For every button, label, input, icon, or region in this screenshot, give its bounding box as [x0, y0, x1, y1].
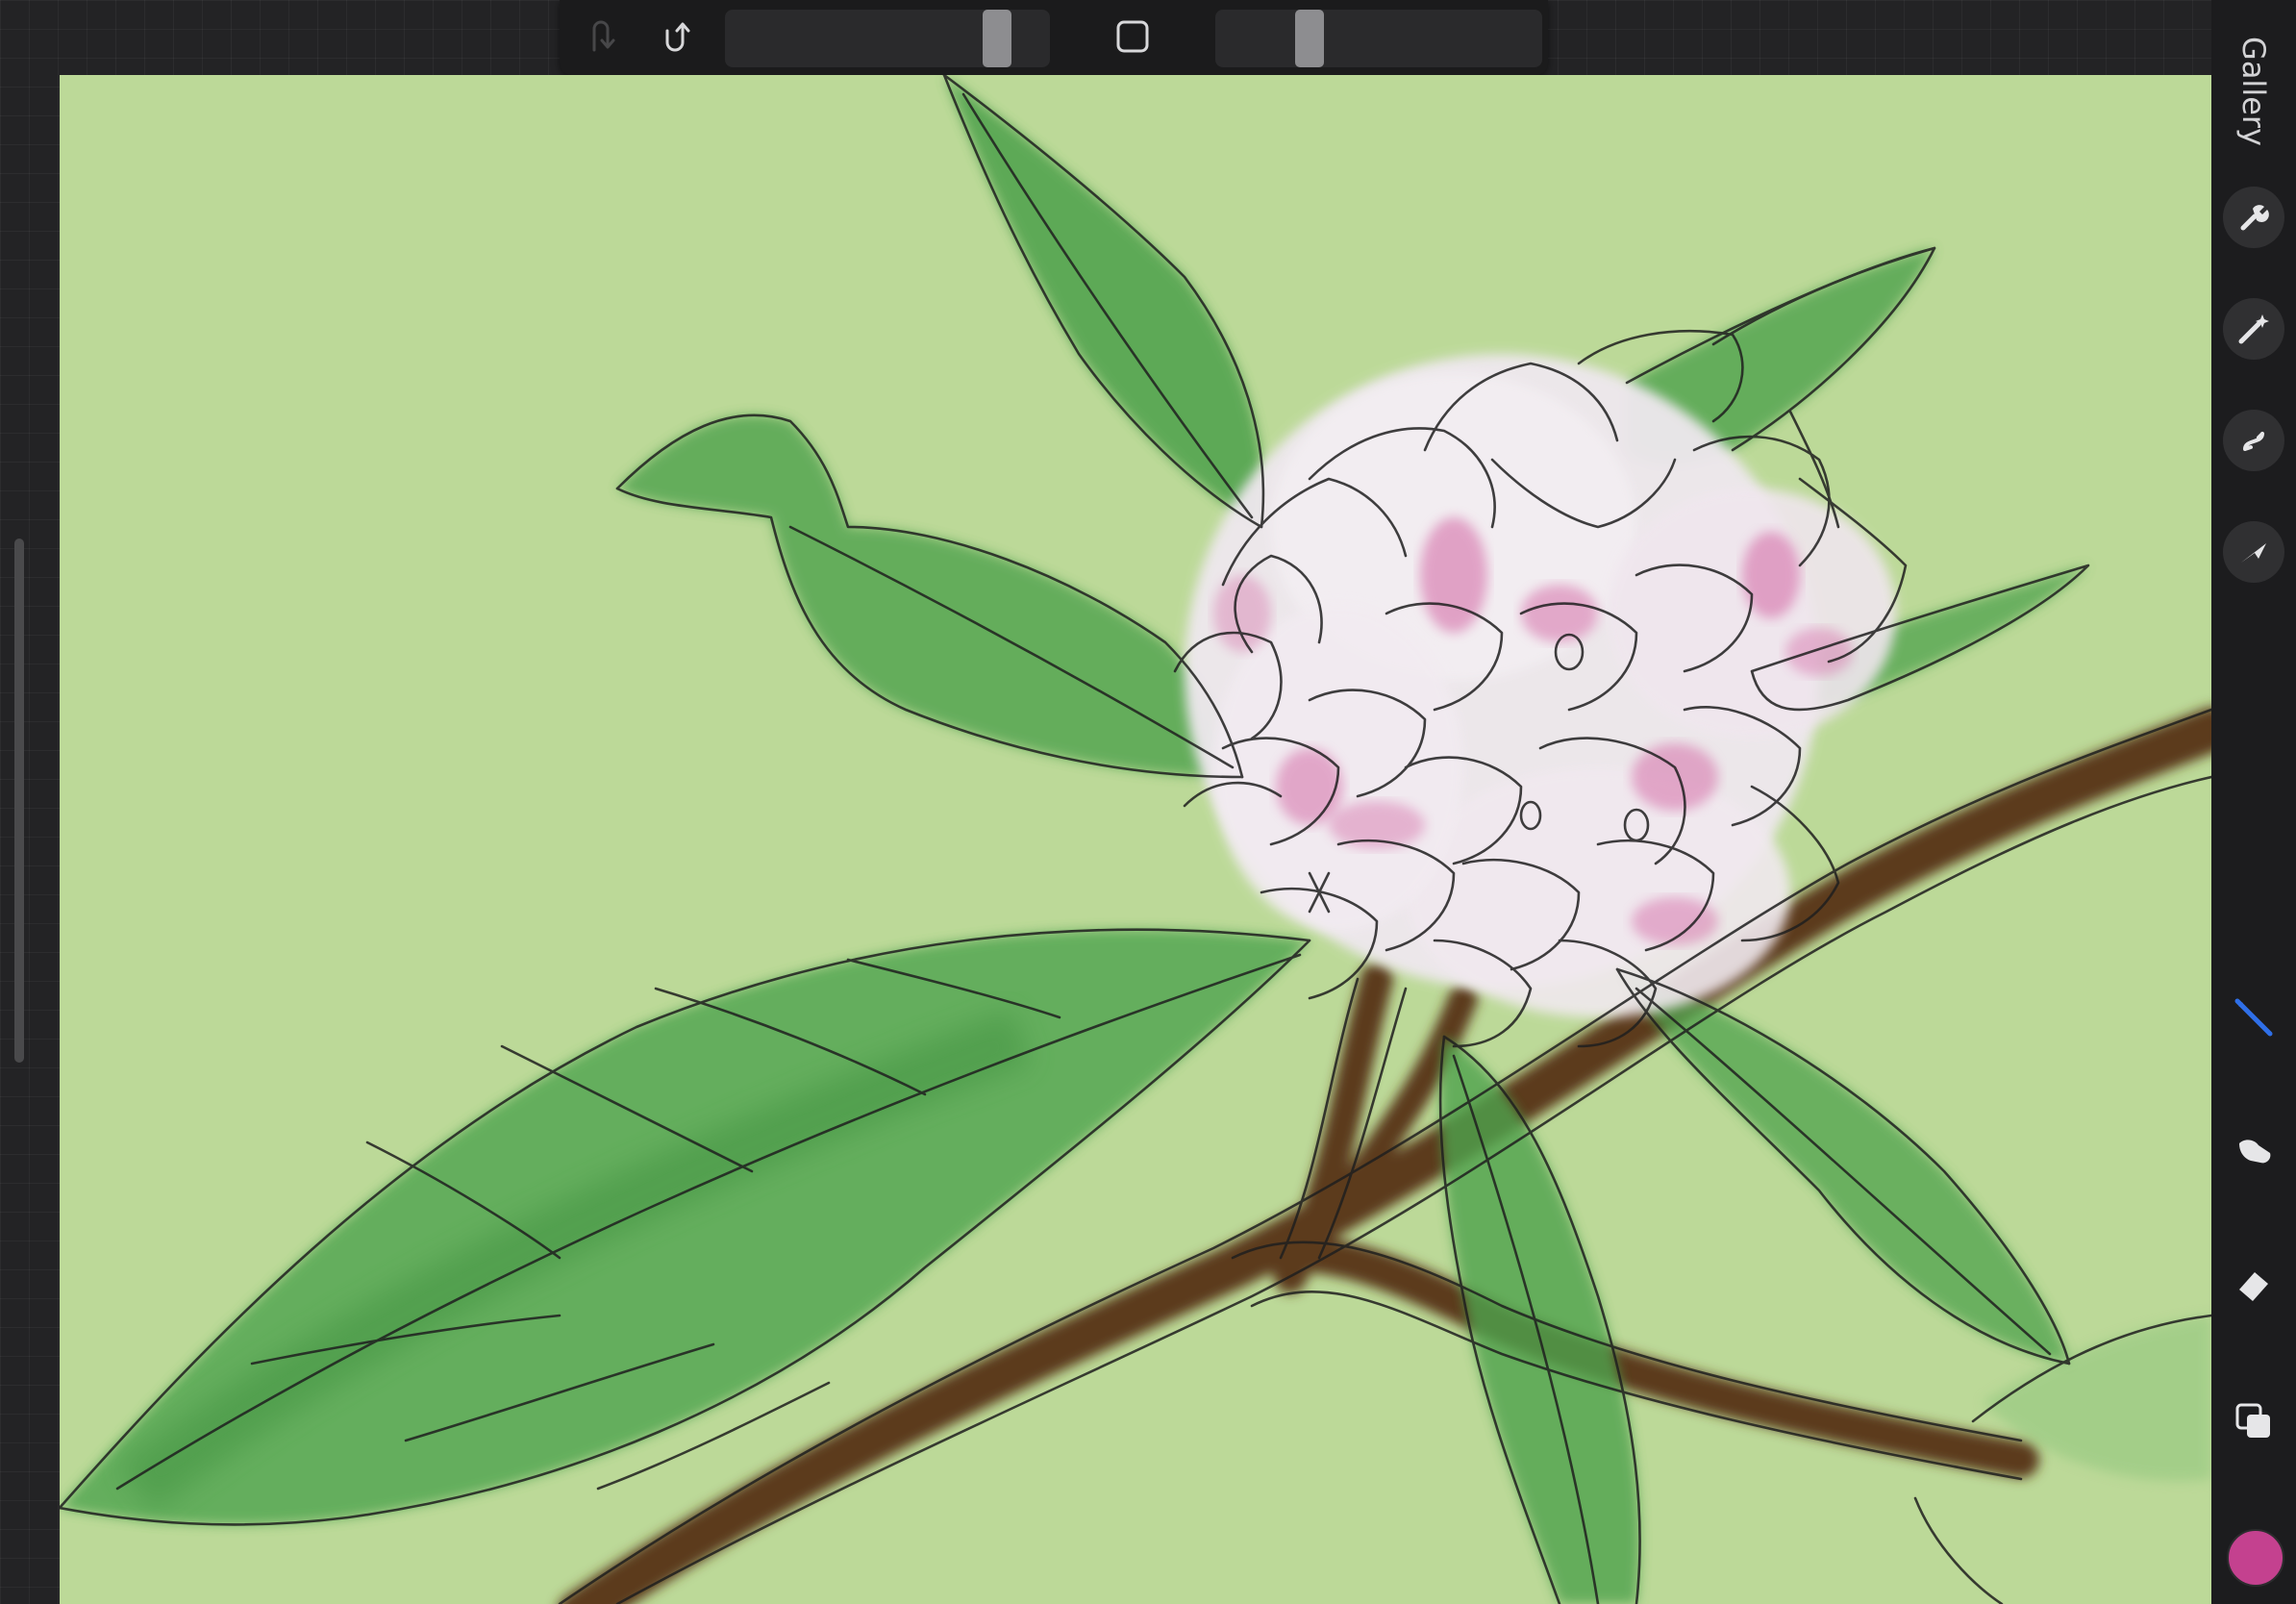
magic-wand-icon — [2238, 314, 2269, 344]
modify-button[interactable] — [1111, 15, 1154, 58]
opacity-slider[interactable] — [1215, 10, 1542, 67]
layers-icon — [2235, 1403, 2270, 1438]
drawing-canvas[interactable] — [60, 75, 2211, 1604]
transform-arrow-icon — [2241, 543, 2266, 563]
wrench-icon — [2240, 205, 2269, 231]
right-sidebar: Gallery — [2211, 0, 2296, 1604]
selection-s-icon — [2243, 432, 2264, 451]
actions-button[interactable] — [2223, 187, 2284, 248]
smudge-tool-button[interactable] — [2223, 1121, 2284, 1183]
leaves — [60, 75, 2211, 1604]
layers-button[interactable] — [2223, 1391, 2284, 1452]
gallery-button[interactable]: Gallery — [2211, 29, 2296, 154]
eraser-icon — [2239, 1272, 2268, 1301]
gallery-label: Gallery — [2235, 37, 2272, 146]
undo-arrow-icon — [592, 20, 615, 52]
selection-button[interactable] — [2223, 410, 2284, 471]
smudge-icon — [2239, 1140, 2271, 1164]
brush-size-slider[interactable] — [725, 10, 1050, 67]
transform-button[interactable] — [2223, 521, 2284, 583]
opacity-thumb[interactable] — [1295, 10, 1324, 67]
brush-size-thumb[interactable] — [983, 10, 1011, 67]
brush-tool-button[interactable] — [2223, 987, 2284, 1048]
eraser-tool-button[interactable] — [2223, 1256, 2284, 1317]
adjustments-button[interactable] — [2223, 298, 2284, 360]
color-picker-swatch[interactable] — [2227, 1529, 2284, 1587]
daphne-illustration — [60, 75, 2211, 1604]
side-slider-rail[interactable] — [14, 539, 24, 1063]
redo-button[interactable] — [656, 15, 698, 58]
undo-button[interactable] — [581, 15, 623, 58]
redo-arrow-icon — [665, 22, 690, 52]
square-modify-icon — [1116, 20, 1149, 53]
brush-icon — [2234, 998, 2273, 1037]
procreate-app: Gallery — [0, 0, 2296, 1604]
top-toolbar — [560, 0, 1548, 75]
